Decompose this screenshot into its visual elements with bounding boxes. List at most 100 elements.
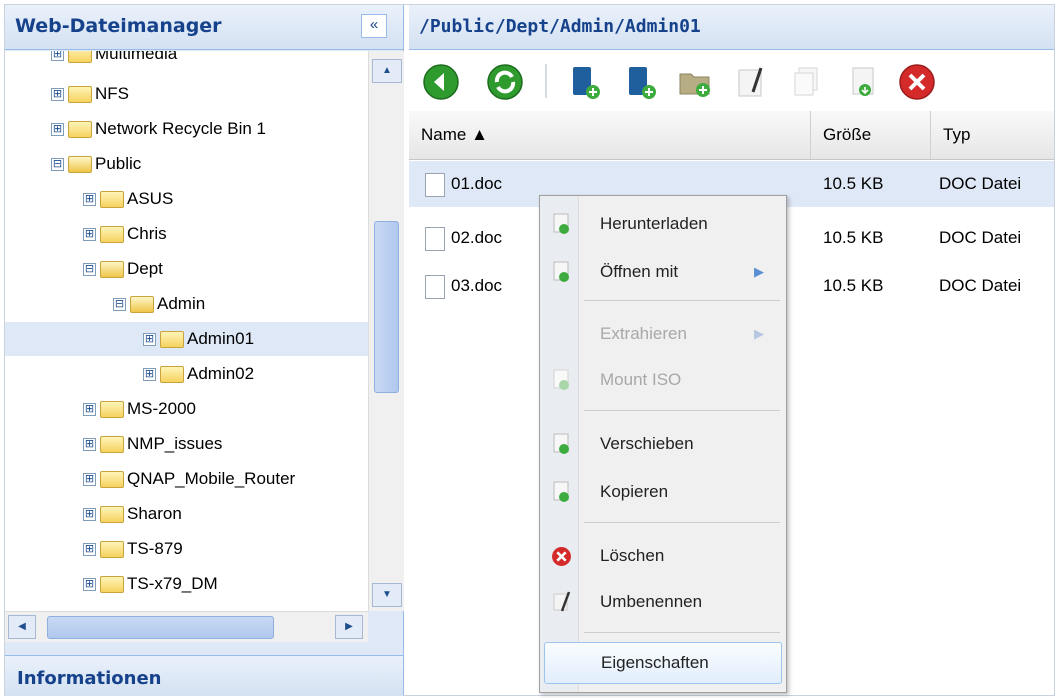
expand-icon[interactable]: ⊞: [83, 543, 96, 557]
tree-item-admin02[interactable]: ⊞ Admin02: [143, 357, 254, 391]
menu-separator: [584, 410, 780, 411]
tree-item-nfs[interactable]: ⊞ NFS: [51, 77, 129, 111]
folder-icon: [68, 51, 92, 64]
tree-item-admin[interactable]: ⊟ Admin: [113, 287, 205, 321]
folder-icon: [100, 226, 124, 244]
tree-item-admin01[interactable]: ⊞ Admin01: [5, 322, 368, 356]
file-size: 10.5 KB: [823, 228, 884, 247]
collapse-icon[interactable]: ⊟: [83, 263, 96, 277]
tree-item-asus[interactable]: ⊞ ASUS: [83, 182, 173, 216]
tree-item-dept[interactable]: ⊟ Dept: [83, 252, 163, 286]
tree-item-label: Public: [95, 154, 142, 173]
tree-item-label: Admin01: [187, 329, 255, 348]
path-bar: /Public/Dept/Admin/Admin01: [409, 5, 1054, 50]
info-panel-header[interactable]: Informationen: [5, 655, 403, 696]
scroll-up-button[interactable]: ▲: [372, 59, 402, 83]
document-icon: [425, 226, 445, 251]
scroll-left-button[interactable]: ◀: [8, 615, 36, 639]
expand-icon[interactable]: ⊞: [83, 473, 96, 487]
folder-icon: [100, 401, 124, 419]
tree-item-label: Multimedia: [95, 51, 178, 63]
menu-separator: [584, 300, 780, 301]
expand-icon[interactable]: ⊞: [143, 368, 156, 382]
document-icon: [425, 172, 445, 197]
tree-item-nmp-issues[interactable]: ⊞ NMP_issues: [83, 427, 222, 461]
folder-open-icon: [100, 261, 124, 279]
tree-item-label: TS-x79_DM: [127, 574, 218, 593]
file-size: 10.5 KB: [823, 276, 884, 295]
expand-icon[interactable]: ⊞: [83, 193, 96, 207]
new-share-icon[interactable]: [565, 62, 605, 102]
delete-icon[interactable]: [897, 62, 937, 102]
tree-item-label: Dept: [127, 259, 163, 278]
upload-icon[interactable]: [675, 62, 715, 102]
menu-item-delete[interactable]: Löschen: [540, 536, 786, 576]
collapse-panel-button[interactable]: «: [361, 14, 387, 38]
expand-icon[interactable]: ⊞: [143, 333, 156, 347]
expand-icon[interactable]: ⊞: [51, 51, 64, 62]
tree-item-sharon[interactable]: ⊞ Sharon: [83, 497, 182, 531]
menu-item-label: Eigenschaften: [601, 653, 709, 672]
folder-icon: [100, 471, 124, 489]
tree-item-ts-x79-dm[interactable]: ⊞ TS-x79_DM: [83, 567, 218, 601]
menu-item-move[interactable]: Verschieben: [540, 424, 786, 464]
download-icon: [553, 213, 569, 234]
current-path: /Public/Dept/Admin/Admin01: [419, 16, 701, 37]
column-size-header[interactable]: Größe: [811, 111, 931, 159]
folder-icon: [68, 86, 92, 104]
tree-item-label: QNAP_Mobile_Router: [127, 469, 296, 488]
tree-item-public[interactable]: ⊟ Public: [51, 147, 141, 181]
tree-item-label: Network Recycle Bin 1: [95, 119, 267, 138]
move-icon: [553, 433, 569, 454]
scroll-down-button[interactable]: ▼: [372, 583, 402, 607]
tree-item-chris[interactable]: ⊞ Chris: [83, 217, 167, 251]
menu-item-label: Löschen: [600, 546, 665, 565]
menu-item-download[interactable]: Herunterladen: [540, 204, 786, 244]
vertical-scroll-thumb[interactable]: [374, 221, 399, 393]
collapse-icon[interactable]: ⊟: [51, 158, 64, 172]
new-folder-icon[interactable]: [621, 62, 661, 102]
refresh-icon[interactable]: [485, 62, 525, 102]
menu-item-open-with[interactable]: Öffnen mit ▶: [540, 252, 786, 292]
tree-item-label: ASUS: [127, 189, 174, 208]
menu-item-copy[interactable]: Kopieren: [540, 472, 786, 512]
menu-item-mount-iso[interactable]: Mount ISO: [540, 360, 786, 400]
menu-item-rename[interactable]: Umbenennen: [540, 582, 786, 622]
rename-icon[interactable]: [731, 62, 771, 102]
column-type-header[interactable]: Typ: [931, 111, 1054, 159]
file-name: 02.doc: [451, 228, 503, 247]
menu-separator: [584, 632, 780, 633]
tree-item-qnap-mobile-router[interactable]: ⊞ QNAP_Mobile_Router: [83, 462, 295, 496]
file-name-cell: 02.doc: [425, 215, 502, 261]
tree-vertical-scrollbar[interactable]: ▲ ▼: [368, 51, 404, 611]
file-name-cell: 03.doc: [425, 263, 502, 309]
panel-title: Web-Dateimanager: [15, 15, 222, 37]
tree-horizontal-scrollbar[interactable]: ◀ ▶: [5, 611, 368, 642]
context-menu: Herunterladen Öffnen mit ▶ Extrahieren ▶…: [539, 195, 787, 693]
column-name-header[interactable]: Name ▲: [409, 111, 811, 159]
expand-icon[interactable]: ⊞: [83, 508, 96, 522]
tree-item-network-recycle-bin[interactable]: ⊞ Network Recycle Bin 1: [51, 112, 266, 146]
expand-icon[interactable]: ⊞: [83, 228, 96, 242]
expand-icon[interactable]: ⊞: [51, 88, 64, 102]
tree-item-multimedia[interactable]: ⊞ Multimedia: [51, 51, 177, 71]
file-type: DOC Datei: [939, 174, 1022, 193]
expand-icon[interactable]: ⊞: [83, 403, 96, 417]
scroll-right-button[interactable]: ▶: [335, 615, 363, 639]
back-icon[interactable]: [421, 62, 461, 102]
file-list-header: Name ▲ Größe Typ: [409, 111, 1054, 160]
tree-item-ts-879[interactable]: ⊞ TS-879: [83, 532, 183, 566]
horizontal-scroll-thumb[interactable]: [47, 616, 274, 639]
tree-item-label: TS-879: [127, 539, 183, 558]
left-panel: Web-Dateimanager « ⊞ Multimedia ⊞ NFS ⊞ Net…: [5, 5, 404, 696]
download-icon[interactable]: [843, 62, 883, 102]
expand-icon[interactable]: ⊞: [51, 123, 64, 137]
copy-icon[interactable]: [787, 62, 827, 102]
menu-item-properties[interactable]: Eigenschaften: [544, 642, 782, 684]
info-panel-title: Informationen: [17, 668, 162, 689]
tree-item-ms-2000[interactable]: ⊞ MS-2000: [83, 392, 196, 426]
expand-icon[interactable]: ⊞: [83, 438, 96, 452]
collapse-icon[interactable]: ⊟: [113, 298, 126, 312]
menu-item-extract[interactable]: Extrahieren ▶: [540, 314, 786, 354]
expand-icon[interactable]: ⊞: [83, 578, 96, 592]
